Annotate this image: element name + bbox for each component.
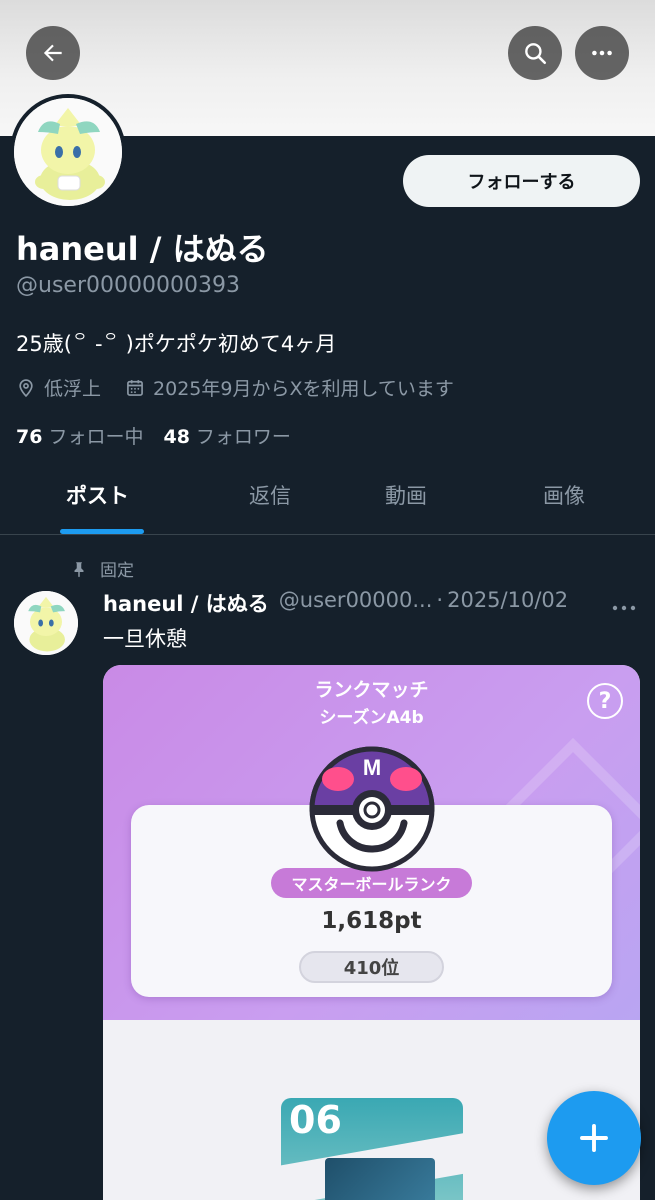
active-tab-indicator xyxy=(60,529,144,534)
follow-button[interactable]: フォローする xyxy=(403,155,640,207)
master-ball-icon: M xyxy=(309,746,435,872)
location-pin-icon xyxy=(19,378,33,397)
tab-replies[interactable]: 返信 xyxy=(249,480,291,510)
back-button[interactable] xyxy=(26,26,80,80)
pinned-indicator: 固定 xyxy=(70,556,134,581)
tab-videos[interactable]: 動画 xyxy=(385,480,427,510)
user-handle: @user00000000393 xyxy=(16,273,240,298)
post-avatar[interactable] xyxy=(14,591,78,655)
post-separator: · xyxy=(436,588,444,612)
post-date[interactable]: 2025/10/02 xyxy=(447,588,568,618)
media-subtitle: シーズンA4b xyxy=(319,708,424,728)
profile-meta: 低浮上 2025年9月からXを利用しています xyxy=(16,374,454,401)
pin-icon xyxy=(74,561,84,577)
post-text: 一旦休憩 xyxy=(103,627,187,651)
help-icon: ? xyxy=(587,683,623,719)
joined-item: 2025年9月からXを利用しています xyxy=(125,374,454,401)
arrow-left-icon xyxy=(43,44,62,62)
rank-position: 410位 xyxy=(299,951,444,983)
following-count: 76 xyxy=(16,426,43,448)
search-icon xyxy=(525,43,547,65)
rank-points: 1,618pt xyxy=(321,908,422,934)
followers-link[interactable]: 48 フォロワー xyxy=(163,422,290,449)
calendar-icon xyxy=(127,379,143,396)
post-more-button[interactable] xyxy=(612,598,636,617)
avatar-image xyxy=(14,98,122,206)
compose-button[interactable] xyxy=(547,1091,641,1185)
pack-art xyxy=(325,1158,435,1200)
plus-icon xyxy=(580,1124,608,1152)
post-header: haneul / はぬる @user00000... · 2025/10/02 xyxy=(103,588,568,618)
ball-letter: M xyxy=(363,755,381,780)
following-label: フォロー中 xyxy=(48,426,144,448)
display-name: haneul / はぬる xyxy=(16,230,269,268)
tab-posts[interactable]: ポスト xyxy=(66,480,129,510)
search-button[interactable] xyxy=(508,26,562,80)
card-pack: 06 xyxy=(281,1098,463,1200)
location-item: 低浮上 xyxy=(16,374,101,401)
pack-number: 06 xyxy=(289,1098,342,1142)
joined-text: 2025年9月からXを利用しています xyxy=(153,378,454,400)
media-title: ランクマッチ xyxy=(314,679,429,701)
profile-bio: 25歳(꒪ -꒪ )ポケポケ初めて4ヶ月 xyxy=(16,332,337,356)
profile-tabs: ポスト 返信 動画 画像 xyxy=(0,462,655,535)
more-horizontal-icon xyxy=(612,605,636,611)
pinned-label: 固定 xyxy=(100,561,134,581)
more-horizontal-icon xyxy=(592,50,612,56)
tab-images[interactable]: 画像 xyxy=(543,480,585,510)
post-author-name[interactable]: haneul / はぬる xyxy=(103,588,269,618)
follow-stats: 76 フォロー中 48 フォロワー xyxy=(16,422,291,449)
followers-count: 48 xyxy=(163,426,190,448)
post-author-handle[interactable]: @user00000... xyxy=(279,588,433,618)
following-link[interactable]: 76 フォロー中 xyxy=(16,422,143,449)
location-text: 低浮上 xyxy=(44,378,102,400)
profile-avatar[interactable] xyxy=(10,94,126,210)
more-button[interactable] xyxy=(575,26,629,80)
followers-label: フォロワー xyxy=(195,426,291,448)
